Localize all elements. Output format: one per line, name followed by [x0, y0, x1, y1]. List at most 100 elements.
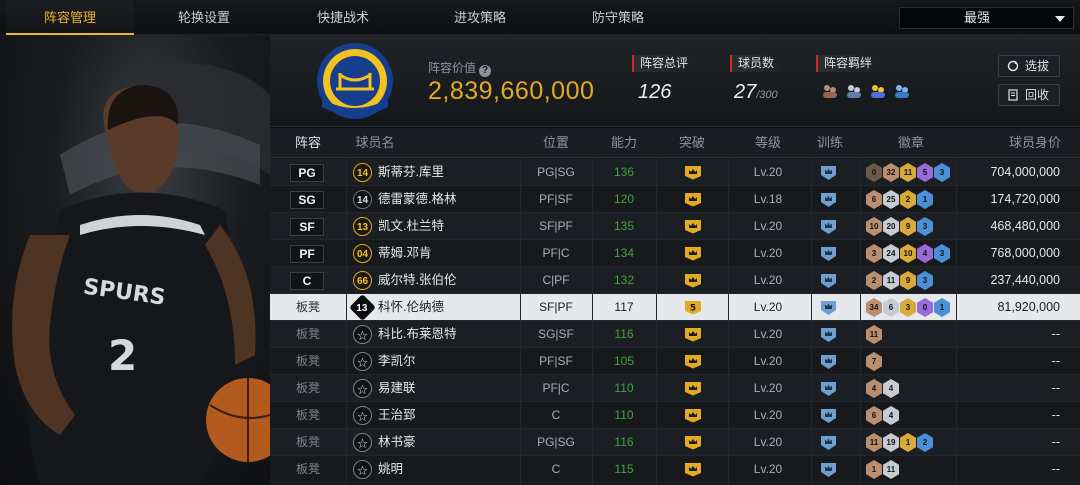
- training-shield-icon[interactable]: [820, 434, 837, 451]
- table-row[interactable]: 板凳 ☆ 易建联 PF|C 110 Lv.20 4 4 --: [270, 375, 1080, 402]
- badge-list[interactable]: 6 25 2 1: [866, 190, 933, 209]
- player-ability: 116: [614, 435, 634, 449]
- col-worth[interactable]: 球员身价: [1000, 128, 1070, 158]
- player-name[interactable]: 林书豪: [378, 429, 416, 456]
- bench-slot-label: 板凳: [295, 300, 320, 314]
- badge-hex: 34: [866, 298, 882, 317]
- badge-list[interactable]: 64: [866, 406, 899, 425]
- filter-dropdown[interactable]: 最强: [899, 7, 1074, 29]
- player-name[interactable]: 科怀.伦纳德: [378, 294, 444, 321]
- player-name[interactable]: 王治郅: [378, 402, 416, 429]
- training-shield-icon[interactable]: [820, 272, 837, 289]
- player-position: PF|SF: [539, 192, 573, 206]
- bond-silver-icon[interactable]: [844, 82, 864, 102]
- badge-hex: 6: [866, 190, 882, 209]
- bench-slot-label: 板凳: [295, 462, 320, 476]
- player-name[interactable]: 凯文.杜兰特: [378, 213, 444, 240]
- position-slot-badge: PG: [290, 164, 324, 182]
- player-name[interactable]: 科比.布莱恩特: [378, 321, 456, 348]
- table-row[interactable]: 板凳 ☆ 李凯尔 PF|SF 105 Lv.20 7 --: [270, 348, 1080, 375]
- badge-hex: 0: [866, 163, 882, 182]
- bond-icons[interactable]: [820, 82, 912, 102]
- breakthrough-crown-icon: [685, 328, 701, 342]
- bench-slot-label: 板凳: [295, 435, 320, 449]
- badge-list[interactable]: 7: [866, 352, 882, 371]
- col-player-name[interactable]: 球员名: [350, 128, 400, 158]
- badge-list[interactable]: 1 11: [866, 460, 899, 479]
- player-level: Lv.20: [753, 462, 783, 476]
- column-divider: [520, 158, 521, 485]
- training-shield-icon[interactable]: [820, 164, 837, 181]
- tab-quick-tactics[interactable]: 快捷战术: [283, 0, 403, 35]
- player-name[interactable]: 德雷蒙德.格林: [378, 186, 456, 213]
- badge-list[interactable]: 11: [866, 325, 882, 344]
- lineup-summary-header: 阵容价值? 2,839,660,000 阵容总评 126 球员数 27/300 …: [270, 35, 1080, 127]
- badge-hex: 4: [883, 406, 899, 425]
- table-row[interactable]: 板凳 13 科怀.伦纳德 SF|PF 117 5 Lv.20 34 6 3 0 1 81,920,000: [270, 294, 1080, 321]
- training-shield-icon[interactable]: [820, 353, 837, 370]
- help-icon[interactable]: ?: [479, 65, 492, 77]
- player-name[interactable]: 易建联: [378, 375, 416, 402]
- player-name[interactable]: 李凯尔: [378, 348, 416, 375]
- training-shield-icon[interactable]: [820, 191, 837, 208]
- table-row[interactable]: 板凳 ☆ 科比.布莱恩特 SG|SF 116 Lv.20 11 --: [270, 321, 1080, 348]
- col-training[interactable]: 训练: [800, 128, 860, 158]
- table-row[interactable]: PF 04 蒂姆.邓肯 PF|C 134 Lv.20 3 24 10 4 3 768,000,000: [270, 240, 1080, 267]
- bench-slot-label: 板凳: [295, 354, 320, 368]
- player-ability: 105: [613, 354, 635, 368]
- tab-rotation-settings[interactable]: 轮换设置: [144, 0, 264, 35]
- badge-list[interactable]: 0 32 11 5 3: [866, 163, 950, 182]
- badge-list[interactable]: 3 24 10 4 3: [866, 244, 950, 263]
- player-name[interactable]: 蒂姆.邓肯: [378, 240, 431, 267]
- badge-hex: 11: [883, 271, 899, 290]
- training-shield-icon[interactable]: [820, 380, 837, 397]
- col-badges[interactable]: 徽章: [866, 128, 956, 158]
- player-worth: 174,720,000: [990, 192, 1060, 206]
- badge-list[interactable]: 34 6 3 0 1: [866, 298, 950, 317]
- badge-hex: 10: [900, 244, 916, 263]
- player-name[interactable]: 姚明: [378, 456, 403, 483]
- training-shield-icon[interactable]: [820, 407, 837, 424]
- table-row[interactable]: C 66 威尔特.张伯伦 C|PF 132 Lv.20 2 11 9 3 237,440,000: [270, 267, 1080, 294]
- player-worth: --: [1051, 354, 1060, 368]
- bond-gold-icon[interactable]: [868, 82, 888, 102]
- training-shield-icon[interactable]: [820, 326, 837, 343]
- featured-player-image: SPURS 2: [0, 35, 270, 485]
- table-row[interactable]: SF 13 凯文.杜兰特 SF|PF 135 Lv.20 10 20 9 3 468,480,000: [270, 213, 1080, 240]
- table-row[interactable]: SG 14 德雷蒙德.格林 PF|SF 120 Lv.18 6 25 2 1 174,720,000: [270, 186, 1080, 213]
- col-breakthrough[interactable]: 突破: [656, 128, 728, 158]
- table-row[interactable]: PG 14 斯蒂芬.库里 PG|SG 136 Lv.20 0 32 11 5 3 704,000,00…: [270, 159, 1080, 186]
- bond-bronze-icon[interactable]: [820, 82, 840, 102]
- column-divider: [728, 158, 729, 485]
- tab-defense-strategy[interactable]: 防守策略: [558, 0, 678, 35]
- player-level: Lv.20: [753, 435, 783, 449]
- col-level[interactable]: 等级: [725, 128, 811, 158]
- badge-list[interactable]: 44: [866, 379, 899, 398]
- player-ability: 110: [614, 408, 634, 422]
- badge-list[interactable]: 10 20 9 3: [866, 217, 933, 236]
- badge-hex: 3: [900, 298, 916, 317]
- tab-offense-strategy[interactable]: 进攻策略: [420, 0, 540, 35]
- recycle-button[interactable]: 回收: [998, 84, 1060, 106]
- table-row[interactable]: 板凳 ☆ 王治郅 C 110 Lv.20 6 4 --: [270, 402, 1080, 429]
- table-row[interactable]: 板凳 ☆ 姚明 C 115 Lv.20 1 11 --: [270, 456, 1080, 483]
- pick-button[interactable]: 选拔: [998, 55, 1060, 77]
- player-name[interactable]: 斯蒂芬.库里: [378, 159, 444, 186]
- top-tab-bar: 阵容管理 轮换设置 快捷战术 进攻策略 防守策略 最强: [0, 0, 1080, 35]
- star-icon: ☆: [353, 406, 372, 425]
- bond-blue-icon[interactable]: [892, 82, 912, 102]
- training-shield-icon[interactable]: [820, 245, 837, 262]
- training-shield-icon[interactable]: [820, 461, 837, 478]
- training-shield-icon[interactable]: [820, 218, 837, 235]
- col-ability[interactable]: 能力: [592, 128, 656, 158]
- col-position[interactable]: 位置: [520, 128, 592, 158]
- badge-list[interactable]: 2 11 9 3: [866, 271, 933, 290]
- player-position: SG|SF: [538, 327, 574, 341]
- col-lineup[interactable]: 阵容: [270, 128, 346, 158]
- badge-hex: 4: [883, 379, 899, 398]
- badge-list[interactable]: 11 19 1 2: [866, 433, 933, 452]
- training-shield-icon[interactable]: [820, 299, 837, 316]
- tab-lineup-management[interactable]: 阵容管理: [6, 0, 134, 35]
- table-row[interactable]: 板凳 ☆ 林书豪 PG|SG 116 Lv.20 11 19 1 2 --: [270, 429, 1080, 456]
- player-name[interactable]: 威尔特.张伯伦: [378, 267, 456, 294]
